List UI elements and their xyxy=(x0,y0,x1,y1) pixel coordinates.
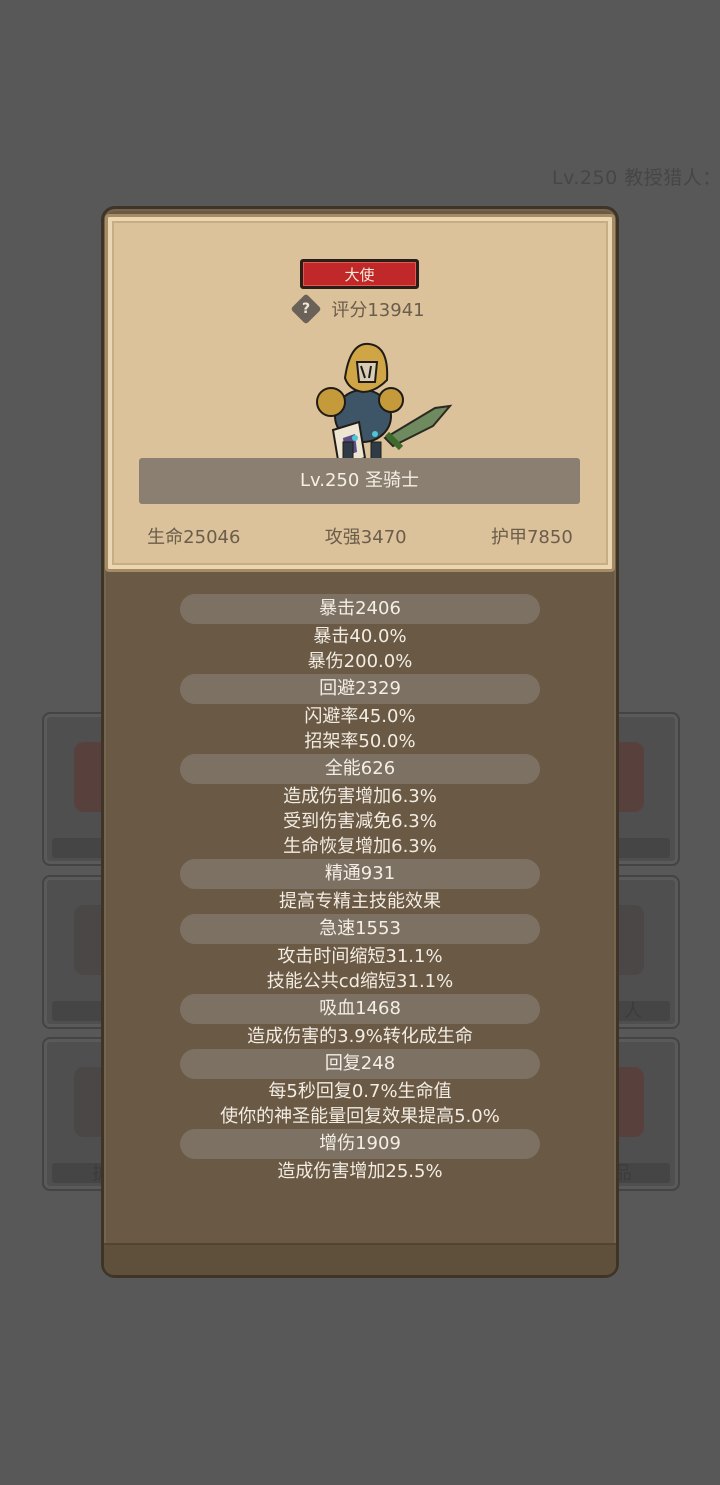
attribute-detail: 技能公共cd缩短31.1% xyxy=(266,971,454,992)
attribute-detail: 提高专精主技能效果 xyxy=(279,891,441,912)
attribute-detail: 暴伤200.0% xyxy=(307,651,413,672)
hero-level-bar: Lv.250 圣骑士 xyxy=(139,458,580,504)
attribute-block: 吸血1468 造成伤害的3.9%转化成生命 xyxy=(101,994,619,1049)
panel-footer xyxy=(104,1243,616,1275)
attribute-detail: 造成伤害的3.9%转化成生命 xyxy=(247,1026,473,1047)
attribute-header: 精通931 xyxy=(180,859,540,889)
attribute-detail: 造成伤害增加25.5% xyxy=(277,1161,443,1182)
attribute-header: 暴击2406 xyxy=(180,594,540,624)
score-row: ? 评分13941 xyxy=(0,293,720,325)
score-text: 评分13941 xyxy=(331,300,425,321)
attribute-detail: 受到伤害减免6.3% xyxy=(283,811,437,832)
help-icon[interactable]: ? xyxy=(290,293,322,325)
core-stats: 生命25046 攻强3470 护甲7850 xyxy=(105,523,615,549)
attribute-header: 回避2329 xyxy=(180,674,540,704)
hp-stat: 生命25046 xyxy=(147,527,241,548)
attribute-detail: 每5秒回复0.7%生命值 xyxy=(268,1081,452,1102)
attribute-block: 暴击2406 暴击40.0% 暴伤200.0% xyxy=(101,594,619,674)
attribute-block: 增伤1909 造成伤害增加25.5% xyxy=(101,1129,619,1184)
attribute-block: 急速1553 攻击时间缩短31.1% 技能公共cd缩短31.1% xyxy=(101,914,619,994)
attribute-detail: 暴击40.0% xyxy=(313,626,407,647)
paladin-hero-icon xyxy=(316,342,453,468)
armor-stat: 护甲7850 xyxy=(490,527,573,548)
title-badge: 大使 xyxy=(300,259,419,289)
attribute-block: 精通931 提高专精主技能效果 xyxy=(101,859,619,914)
attribute-detail: 生命恢复增加6.3% xyxy=(283,836,437,857)
attribute-header: 全能626 xyxy=(180,754,540,784)
slot-label: 人 xyxy=(624,1001,642,1022)
attribute-block: 全能626 造成伤害增加6.3% 受到伤害减免6.3% 生命恢复增加6.3% xyxy=(101,754,619,859)
attribute-detail: 攻击时间缩短31.1% xyxy=(277,946,443,967)
attribute-detail: 闪避率45.0% xyxy=(304,706,416,727)
attribute-block: 回复248 每5秒回复0.7%生命值使你的神圣能量回复效果提高5.0% xyxy=(101,1049,619,1129)
attribute-list: 暴击2406 暴击40.0% 暴伤200.0% 回避2329 闪避率45.0% 招架率50… xyxy=(101,594,619,1184)
attribute-block: 回避2329 闪避率45.0% 招架率50.0% xyxy=(101,674,619,754)
attribute-detail: 招架率50.0% xyxy=(304,731,416,752)
attack-stat: 攻强3470 xyxy=(324,527,407,548)
background-header: Lv.250 教授猎人： xyxy=(552,167,720,189)
attribute-detail: 造成伤害增加6.3% xyxy=(283,786,437,807)
attribute-header: 增伤1909 xyxy=(180,1129,540,1159)
attribute-header: 急速1553 xyxy=(180,914,540,944)
attribute-detail: 使你的神圣能量回复效果提高5.0% xyxy=(220,1106,500,1127)
attribute-header: 回复248 xyxy=(180,1049,540,1079)
attribute-header: 吸血1468 xyxy=(180,994,540,1024)
